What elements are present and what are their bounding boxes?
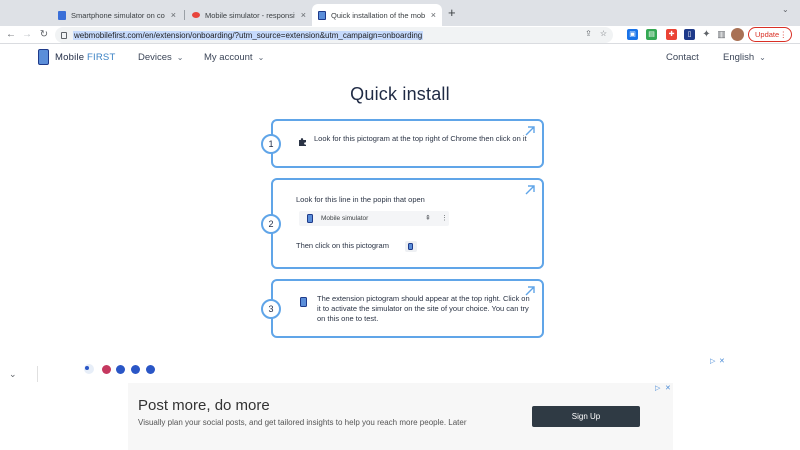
mobile-simulator-extension-icon[interactable]: ▯ [684, 29, 695, 40]
phone-logo-icon [38, 49, 49, 65]
lock-icon [61, 31, 67, 39]
ad-strip: ▷ ✕ [78, 357, 726, 381]
page-title: Quick install [350, 84, 450, 104]
extension-icon[interactable]: ▤ [646, 29, 657, 40]
step-number: 2 [261, 214, 281, 234]
adchoices-icon[interactable]: ▷ [655, 384, 660, 392]
tab-separator [184, 10, 185, 20]
back-icon[interactable]: ← [4, 26, 18, 44]
reload-icon[interactable]: ↻ [37, 26, 51, 44]
tab-title: Smartphone simulator on com [71, 10, 165, 20]
ad-dot [116, 365, 125, 374]
new-tab-button[interactable]: + [448, 5, 456, 21]
sparkle-icon [84, 364, 94, 374]
phone-icon [408, 243, 413, 250]
phone-icon [307, 214, 313, 223]
update-button[interactable]: Update ⋮ [748, 27, 792, 42]
sidebar-icon[interactable]: ▥ [716, 29, 727, 40]
close-ad-icon[interactable]: ✕ [719, 357, 725, 365]
site-favicon-icon [318, 10, 326, 20]
browser-toolbar: ← → ↻ webmobilefirst.com/en/extension/on… [0, 26, 800, 44]
site-header: Mobile FIRST Devices ⌄ My account ⌄ Contac… [0, 44, 800, 72]
install-step-2: 2 Look for this line in the popin that o… [261, 178, 544, 269]
extension-icon[interactable]: ✚ [666, 29, 677, 40]
phone-icon [300, 297, 307, 307]
step-text: Look for this pictogram at the top right… [314, 134, 527, 143]
collapse-ad-chevron-icon[interactable]: ⌄ [9, 369, 17, 380]
pictogram-chip [405, 241, 417, 252]
site-favicon-icon [58, 10, 66, 20]
chevron-down-icon: ⌄ [176, 53, 184, 62]
url-text[interactable]: webmobilefirst.com/en/extension/onboardi… [73, 30, 424, 40]
address-bar[interactable]: webmobilefirst.com/en/extension/onboardi… [55, 27, 613, 43]
browser-tab[interactable]: Mobile simulator - responsiv × [186, 4, 312, 26]
popup-extension-row: Mobile simulator ⇞ ⋮ [299, 211, 449, 226]
forward-icon[interactable]: → [20, 26, 34, 44]
nav-contact[interactable]: Contact [666, 52, 699, 63]
browser-tab[interactable]: Smartphone simulator on com × [52, 4, 182, 26]
ad-dot [102, 365, 111, 374]
share-icon[interactable]: ⇪ [585, 29, 592, 38]
chevron-down-icon: ⌄ [759, 53, 766, 62]
site-favicon-icon [192, 12, 200, 18]
nav-label: Devices [138, 52, 172, 63]
profile-avatar[interactable] [731, 28, 744, 41]
menu-dots-icon: ⋮ [779, 30, 788, 39]
logo-text: Mobile FIRST [55, 51, 116, 63]
step-number: 3 [261, 299, 281, 319]
puzzle-icon [299, 138, 306, 146]
step-text: Then click on this pictogram [296, 241, 389, 250]
tab-title: Mobile simulator - responsiv [205, 10, 295, 20]
install-step-3: 3 The extension pictogram should appear … [261, 279, 544, 338]
update-label: Update [755, 30, 780, 39]
chevron-down-icon: ⌄ [257, 53, 265, 62]
tab-close-icon[interactable]: × [431, 10, 436, 20]
install-step-1: 1 Look for this pictogram at the top rig… [261, 119, 544, 168]
sign-up-button[interactable]: Sign Up [532, 406, 640, 427]
adchoices-icon[interactable]: ▷ [710, 357, 715, 365]
browser-tab-strip: Smartphone simulator on com × Mobile sim… [0, 0, 800, 26]
puzzle-icon[interactable]: ✦ [701, 29, 712, 40]
nav-my-account[interactable]: My account ⌄ [204, 52, 264, 63]
ad-title[interactable]: Post more, do more [138, 397, 270, 414]
extension-icon[interactable]: ▣ [627, 29, 638, 40]
ad-description: Visually plan your social posts, and get… [138, 418, 467, 427]
language-selector[interactable]: English ⌄ [723, 52, 766, 63]
language-label: English [723, 52, 755, 63]
pin-icon: ⇞ [425, 215, 431, 222]
step-text: Look for this line in the popin that ope… [296, 195, 425, 204]
nav-label: My account [204, 52, 253, 63]
ad-dot [131, 365, 140, 374]
tab-search-chevron-icon[interactable]: ⌄ [782, 5, 789, 14]
divider [37, 366, 38, 382]
site-logo[interactable]: Mobile FIRST [38, 49, 115, 65]
browser-tab-active[interactable]: Quick installation of the mobil × [312, 4, 442, 26]
step-text: The extension pictogram should appear at… [317, 294, 530, 323]
ad-banner[interactable]: ▷ ✕ Post more, do more Visually plan you… [128, 383, 673, 450]
bookmark-star-icon[interactable]: ☆ [600, 29, 607, 38]
popup-item-label: Mobile simulator [321, 215, 369, 222]
close-ad-icon[interactable]: ✕ [665, 384, 671, 392]
tab-close-icon[interactable]: × [171, 10, 176, 20]
step-number: 1 [261, 134, 281, 154]
tab-close-icon[interactable]: × [301, 10, 306, 20]
tab-title: Quick installation of the mobil [331, 10, 425, 20]
ad-dot [146, 365, 155, 374]
nav-devices[interactable]: Devices ⌄ [138, 52, 184, 63]
more-vertical-icon: ⋮ [441, 215, 448, 222]
